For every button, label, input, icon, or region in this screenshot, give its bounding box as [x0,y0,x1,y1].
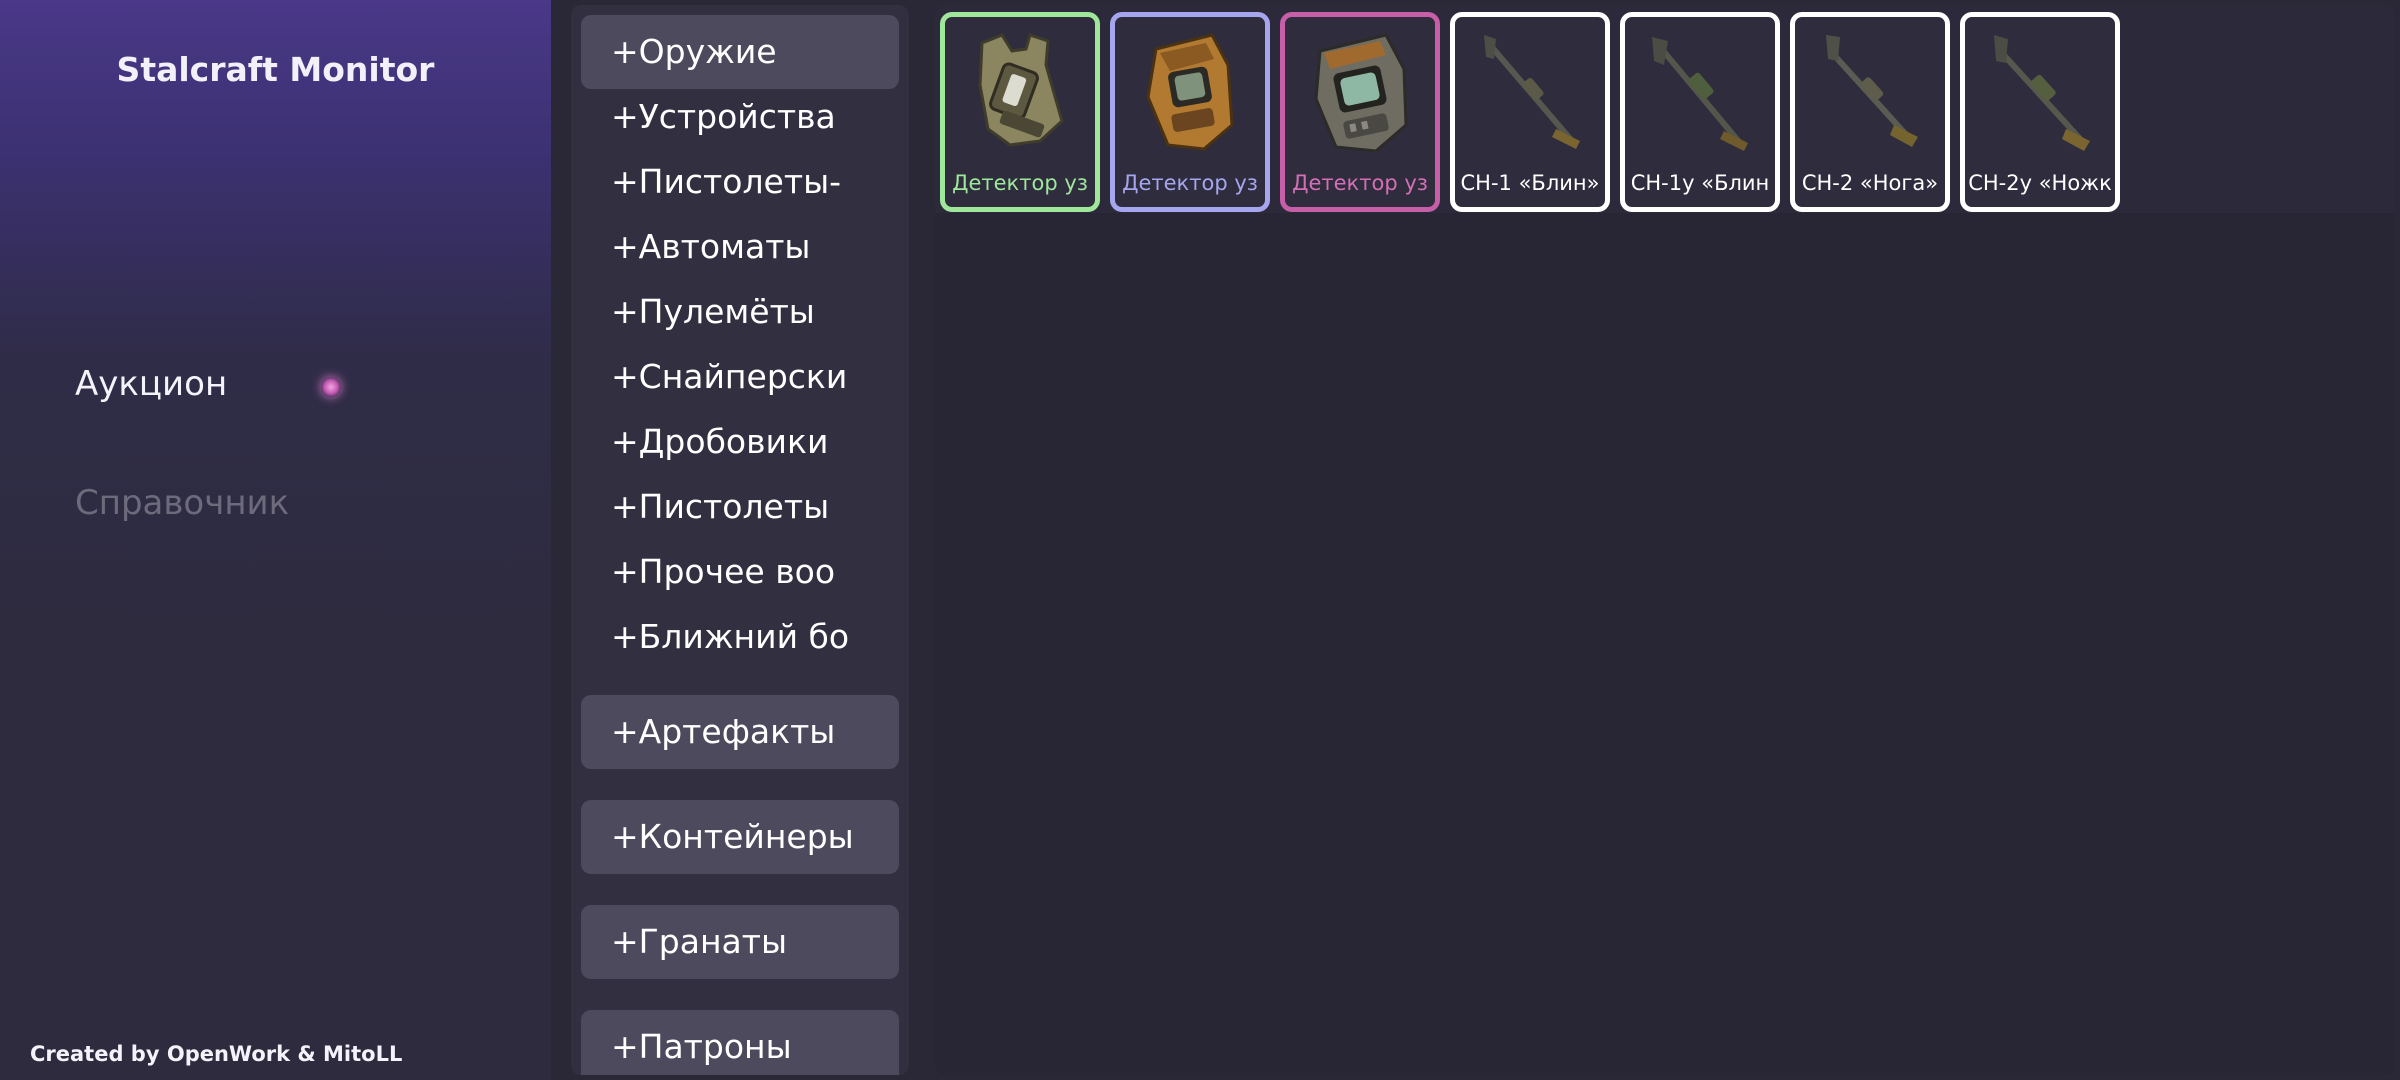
item-card[interactable]: СН-1 «Блин» [1450,12,1610,212]
category-item-ammo[interactable]: +Патроны [581,1010,899,1075]
sidebar: Stalcraft Monitor Аукцион Справочник Cre… [0,0,551,1080]
items-panel: Детектор уз Детектор уз Детектор уз СН-1… [935,5,2395,1075]
category-item-artifacts[interactable]: +Артефакты [581,695,899,769]
metal-detector-icon [1652,37,1748,151]
item-name: СН-1 «Блин» [1460,171,1600,195]
items-row: Детектор уз Детектор уз Детектор уз СН-1… [935,5,2395,213]
metal-detector-icon [1994,35,2090,151]
item-name: СН-2 «Нога» [1801,171,1939,195]
item-card[interactable]: СН-2 «Нога» [1790,12,1950,212]
category-item-machine-guns[interactable]: +Пулемёты [581,275,899,349]
item-card[interactable]: Детектор уз [1110,12,1270,212]
item-name: Детектор уз [1122,171,1258,195]
category-item-grenades[interactable]: +Гранаты [581,905,899,979]
item-name: Детектор уз [952,171,1088,195]
category-item-shotguns[interactable]: +Дробовики [581,405,899,479]
nav-item-reference[interactable]: Справочник [75,483,289,523]
item-name: СН-2у «Ножк [1968,171,2112,195]
item-card[interactable]: Детектор уз [940,12,1100,212]
category-list: +Оружие +Устройства +Пистолеты- +Автомат… [571,5,909,1075]
category-item-pistols[interactable]: +Пистолеты [581,470,899,544]
nav-item-auction[interactable]: Аукцион [75,364,227,404]
item-card[interactable]: СН-2у «Ножк [1960,12,2120,212]
active-indicator-dot [321,377,341,397]
category-item-containers[interactable]: +Контейнеры [581,800,899,874]
category-item-other-weapons[interactable]: +Прочее воо [581,535,899,609]
detector-icon [978,33,1064,147]
item-card[interactable]: Детектор уз [1280,12,1440,212]
category-item-devices[interactable]: +Устройства [581,80,899,154]
metal-detector-icon [1826,35,1918,147]
item-name: СН-1у «Блин [1630,171,1770,195]
item-card[interactable]: СН-1у «Блин [1620,12,1780,212]
metal-detector-icon [1484,35,1580,149]
category-item-melee[interactable]: +Ближний бо [581,600,899,674]
category-item-sniper-rifles[interactable]: +Снайперски [581,340,899,414]
credits-text: Created by OpenWork & MitoLL [30,1042,403,1066]
app-root: Stalcraft Monitor Аукцион Справочник Cre… [0,0,2400,1080]
detector-icon [1314,33,1408,153]
app-title: Stalcraft Monitor [116,50,435,89]
detector-icon [1146,33,1234,151]
item-name: Детектор уз [1292,171,1428,195]
category-item-assault-rifles[interactable]: +Автоматы [581,210,899,284]
category-item-weapons[interactable]: +Оружие [581,15,899,89]
category-item-smgs[interactable]: +Пистолеты- [581,145,899,219]
